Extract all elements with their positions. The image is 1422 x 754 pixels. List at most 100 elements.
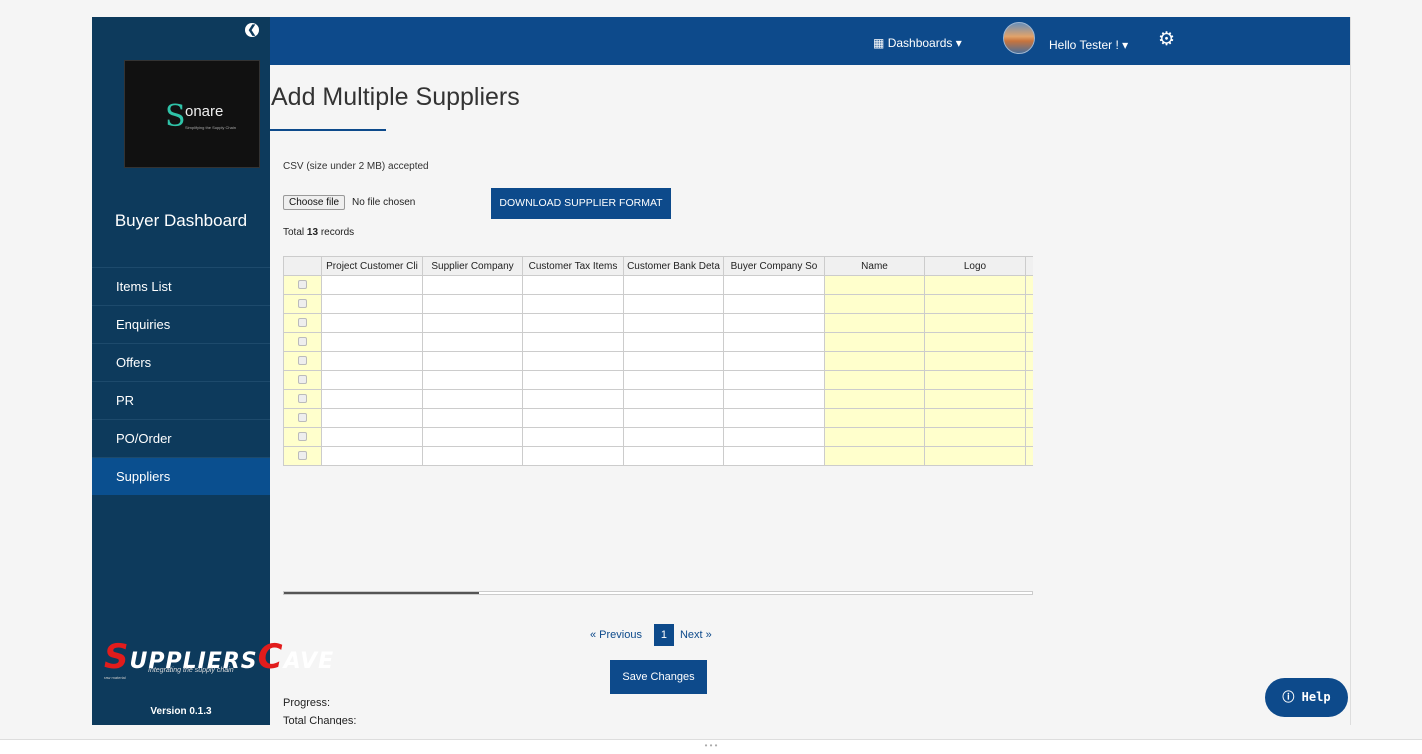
grid-cell[interactable]	[321, 389, 423, 409]
grid-cell[interactable]	[723, 446, 825, 466]
column-header[interactable]	[1025, 256, 1033, 276]
grid-cell[interactable]	[522, 427, 624, 447]
row-checkbox[interactable]	[298, 432, 307, 442]
row-checkbox-cell[interactable]	[283, 275, 322, 295]
row-checkbox-cell[interactable]	[283, 351, 322, 371]
resize-handle[interactable]: • • •	[0, 739, 1422, 754]
grid-cell[interactable]	[321, 427, 423, 447]
row-checkbox-cell[interactable]	[283, 294, 322, 314]
row-checkbox-cell[interactable]	[283, 408, 322, 428]
grid-cell[interactable]	[824, 370, 925, 390]
grid-cell[interactable]	[321, 370, 423, 390]
grid-cell[interactable]	[924, 275, 1026, 295]
grid-cell[interactable]	[924, 389, 1026, 409]
grid-cell[interactable]	[1025, 389, 1033, 409]
sidebar-item-enquiries[interactable]: Enquiries	[92, 305, 270, 343]
grid-cell[interactable]	[623, 275, 724, 295]
grid-cell[interactable]	[924, 446, 1026, 466]
grid-cell[interactable]	[522, 408, 624, 428]
grid-cell[interactable]	[924, 313, 1026, 333]
row-checkbox[interactable]	[298, 299, 307, 309]
row-checkbox[interactable]	[298, 394, 307, 404]
grid-cell[interactable]	[623, 294, 724, 314]
save-changes-button[interactable]: Save Changes	[610, 660, 707, 694]
grid-cell[interactable]	[824, 275, 925, 295]
sidebar-item-suppliers[interactable]: Suppliers	[92, 457, 270, 495]
row-checkbox[interactable]	[298, 451, 307, 461]
choose-file-button[interactable]: Choose file	[283, 195, 346, 210]
grid-cell[interactable]	[522, 275, 624, 295]
grid-cell[interactable]	[723, 427, 825, 447]
sidebar-item-items-list[interactable]: Items List	[92, 267, 270, 305]
grid-cell[interactable]	[723, 313, 825, 333]
dashboards-dropdown[interactable]: ▦ Dashboards ▾	[873, 36, 962, 50]
grid-cell[interactable]	[1025, 332, 1033, 352]
download-supplier-format-button[interactable]: DOWNLOAD SUPPLIER FORMAT	[491, 188, 671, 219]
grid-cell[interactable]	[723, 389, 825, 409]
row-checkbox[interactable]	[298, 280, 307, 290]
row-checkbox-cell[interactable]	[283, 370, 322, 390]
column-header[interactable]: Customer Bank Deta	[623, 256, 724, 276]
grid-cell[interactable]	[321, 351, 423, 371]
grid-cell[interactable]	[321, 313, 423, 333]
grid-cell[interactable]	[824, 313, 925, 333]
grid-cell[interactable]	[422, 370, 523, 390]
grid-cell[interactable]	[321, 332, 423, 352]
scrollbar-thumb[interactable]	[284, 592, 479, 594]
grid-cell[interactable]	[422, 427, 523, 447]
row-checkbox-cell[interactable]	[283, 446, 322, 466]
sidebar-item-po-order[interactable]: PO/Order	[92, 419, 270, 457]
grid-cell[interactable]	[924, 408, 1026, 428]
column-header[interactable]: Logo	[924, 256, 1026, 276]
grid-cell[interactable]	[623, 408, 724, 428]
row-checkbox[interactable]	[298, 375, 307, 385]
grid-cell[interactable]	[1025, 427, 1033, 447]
grid-cell[interactable]	[824, 408, 925, 428]
avatar[interactable]	[1003, 22, 1035, 54]
grid-cell[interactable]	[924, 332, 1026, 352]
grid-cell[interactable]	[422, 446, 523, 466]
grid-cell[interactable]	[422, 332, 523, 352]
grid-cell[interactable]	[522, 313, 624, 333]
row-checkbox-cell[interactable]	[283, 313, 322, 333]
grid-cell[interactable]	[723, 275, 825, 295]
grid-cell[interactable]	[522, 370, 624, 390]
column-header[interactable]: Supplier Company	[422, 256, 523, 276]
collapse-sidebar-icon[interactable]: ❮	[245, 23, 259, 37]
grid-cell[interactable]	[723, 370, 825, 390]
grid-cell[interactable]	[422, 389, 523, 409]
grid-cell[interactable]	[824, 389, 925, 409]
grid-cell[interactable]	[924, 427, 1026, 447]
grid-cell[interactable]	[321, 275, 423, 295]
column-header[interactable]: Project Customer Cli	[321, 256, 423, 276]
grid-cell[interactable]	[1025, 313, 1033, 333]
grid-cell[interactable]	[522, 332, 624, 352]
grid-cell[interactable]	[824, 446, 925, 466]
grid-cell[interactable]	[924, 351, 1026, 371]
grid-cell[interactable]	[723, 408, 825, 428]
grid-cell[interactable]	[1025, 275, 1033, 295]
grid-cell[interactable]	[422, 408, 523, 428]
row-checkbox[interactable]	[298, 318, 307, 328]
grid-cell[interactable]	[824, 427, 925, 447]
grid-cell[interactable]	[321, 294, 423, 314]
row-checkbox-cell[interactable]	[283, 332, 322, 352]
grid-cell[interactable]	[321, 408, 423, 428]
previous-page-link[interactable]: « Previous	[590, 629, 642, 641]
grid-cell[interactable]	[723, 332, 825, 352]
grid-cell[interactable]	[321, 446, 423, 466]
grid-cell[interactable]	[1025, 446, 1033, 466]
grid-cell[interactable]	[1025, 294, 1033, 314]
next-page-link[interactable]: Next »	[680, 629, 712, 641]
grid-cell[interactable]	[623, 389, 724, 409]
row-checkbox[interactable]	[298, 413, 307, 423]
page-1-button[interactable]: 1	[653, 624, 674, 646]
grid-cell[interactable]	[522, 294, 624, 314]
grid-cell[interactable]	[623, 313, 724, 333]
sidebar-item-pr[interactable]: PR	[92, 381, 270, 419]
grid-cell[interactable]	[522, 351, 624, 371]
row-checkbox[interactable]	[298, 356, 307, 366]
grid-cell[interactable]	[422, 313, 523, 333]
grid-cell[interactable]	[522, 446, 624, 466]
grid-cell[interactable]	[422, 351, 523, 371]
